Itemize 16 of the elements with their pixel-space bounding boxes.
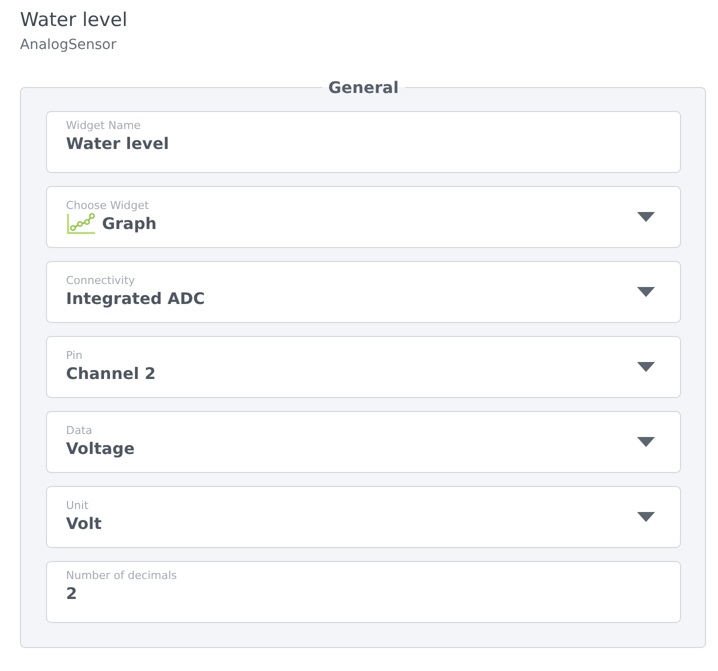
input-field[interactable]: Number of decimals 2 bbox=[46, 561, 681, 623]
dropdown-field[interactable]: Pin Channel 2 bbox=[46, 336, 681, 398]
caret-icon bbox=[637, 512, 655, 522]
caret-icon bbox=[637, 287, 655, 297]
section-legend: General bbox=[322, 78, 405, 97]
caret-icon bbox=[637, 437, 655, 447]
line-graph-icon bbox=[66, 213, 96, 235]
page-subtitle: AnalogSensor bbox=[20, 36, 118, 54]
dropdown-field[interactable]: Data Voltage bbox=[46, 411, 681, 473]
page-title: Water level bbox=[20, 8, 128, 32]
dropdown-field[interactable]: Unit Volt bbox=[46, 486, 681, 548]
caret-icon bbox=[637, 212, 655, 222]
input-field[interactable]: Widget Name Water level bbox=[46, 111, 681, 173]
caret-icon bbox=[637, 362, 655, 372]
dropdown-field[interactable]: Choose Widget Graph bbox=[46, 186, 681, 248]
dropdown-field[interactable]: Connectivity Integrated ADC bbox=[46, 261, 681, 323]
